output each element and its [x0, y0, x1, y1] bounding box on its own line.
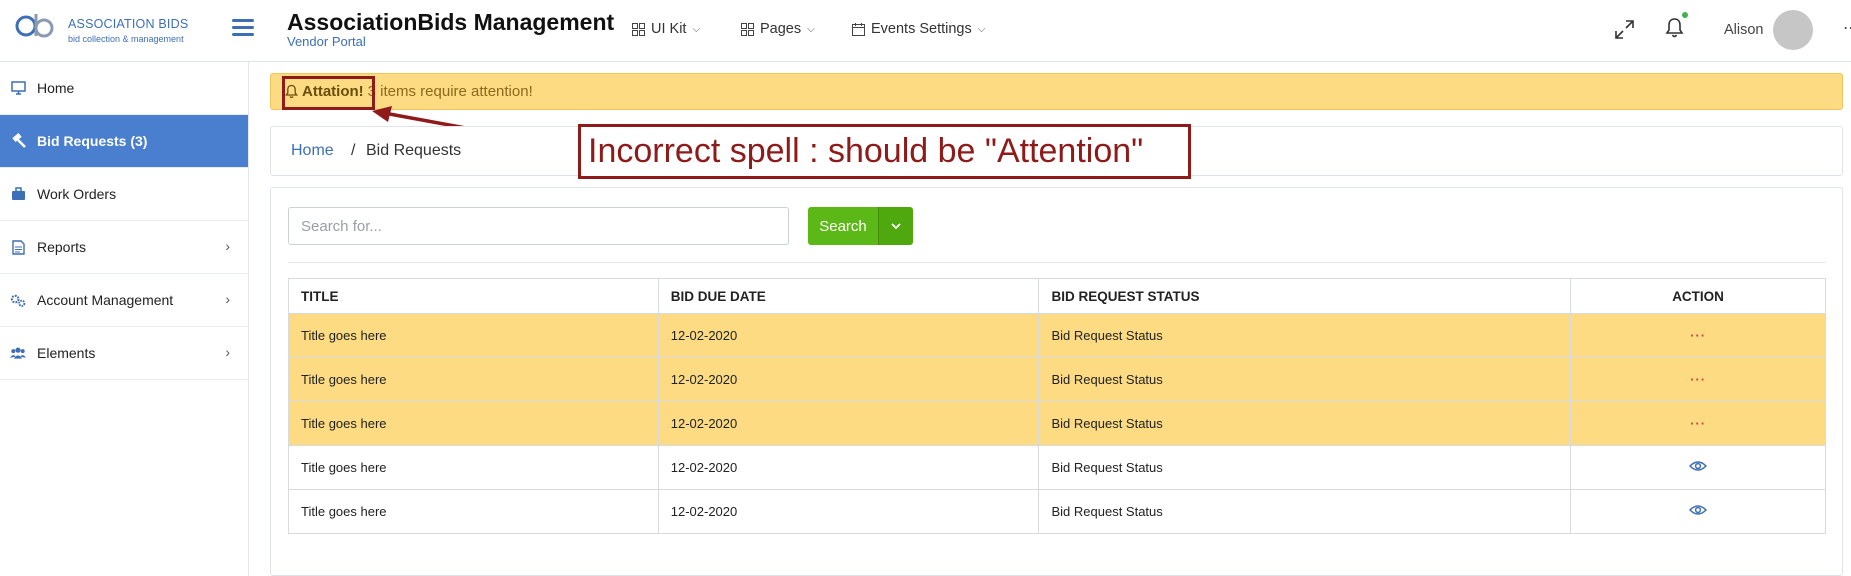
cell-status: Bid Request Status [1038, 445, 1572, 490]
app-subtitle: Vendor Portal [287, 34, 366, 49]
column-header-status[interactable]: BID REQUEST STATUS [1038, 278, 1572, 314]
username[interactable]: Alison [1724, 22, 1764, 38]
cell-title: Title goes here [288, 489, 659, 534]
monitor-icon [10, 80, 26, 96]
table-header-row: TITLE BID DUE DATE BID REQUEST STATUS AC… [288, 278, 1826, 314]
highlight-box [282, 76, 375, 110]
cell-status: Bid Request Status [1038, 313, 1572, 358]
nav-ui-kit-label: UI Kit [651, 21, 687, 37]
sidebar-item-label: Elements [37, 345, 96, 361]
cell-title: Title goes here [288, 357, 659, 402]
top-header: ASSOCIATION BIDS bid collection & manage… [0, 0, 1851, 62]
bid-requests-table: TITLE BID DUE DATE BID REQUEST STATUS AC… [288, 278, 1826, 534]
more-actions-icon[interactable]: ··· [1690, 372, 1706, 387]
gavel-icon [10, 133, 26, 149]
menu-toggle-icon[interactable] [232, 19, 254, 39]
column-header-bid-due-date[interactable]: BID DUE DATE [657, 278, 1040, 314]
document-icon [10, 239, 26, 255]
nav-ui-kit[interactable]: UI Kit ⌵ [632, 21, 700, 37]
cell-status: Bid Request Status [1038, 357, 1572, 402]
logo-icon [15, 14, 54, 38]
avatar[interactable] [1773, 10, 1813, 50]
more-actions-icon[interactable]: ··· [1690, 416, 1706, 431]
annotation-callout: Incorrect spell : should be "Attention" [578, 124, 1191, 179]
cell-action: ··· [1570, 313, 1826, 358]
chevron-down-icon: ⌵ [692, 23, 701, 35]
cell-action: ··· [1570, 401, 1826, 446]
sidebar-item-label: Reports [37, 239, 87, 255]
briefcase-icon [10, 186, 26, 202]
nav-pages-label: Pages [760, 21, 802, 37]
cell-title: Title goes here [288, 401, 659, 446]
sidebar-item-label: Account Management [37, 292, 174, 308]
breadcrumb-current: Bid Requests [366, 142, 462, 159]
notification-dot [1682, 12, 1688, 18]
cell-due-date: 12-02-2020 [657, 357, 1040, 402]
eye-icon[interactable] [1689, 460, 1708, 475]
cell-status: Bid Request Status [1038, 489, 1572, 534]
cell-due-date: 12-02-2020 [657, 313, 1040, 358]
table-row[interactable]: Title goes here 12-02-2020 Bid Request S… [288, 401, 1826, 446]
sidebar-item-elements[interactable]: Elements › [0, 327, 248, 380]
sidebar-item-bid-requests[interactable]: Bid Requests (3) [0, 115, 248, 168]
chevron-right-icon: › [225, 238, 230, 254]
cell-title: Title goes here [288, 445, 659, 490]
sidebar-item-work-orders[interactable]: Work Orders [0, 168, 248, 221]
grid-icon [632, 22, 645, 36]
column-header-title[interactable]: TITLE [288, 278, 659, 314]
cell-title: Title goes here [288, 313, 659, 358]
breadcrumb-separator: / [351, 142, 356, 159]
nav-pages[interactable]: Pages ⌵ [741, 21, 815, 37]
cell-action [1570, 489, 1826, 534]
cell-action [1570, 445, 1826, 490]
divider [288, 262, 1826, 263]
chevron-right-icon: › [225, 344, 230, 360]
table-row[interactable]: Title goes here 12-02-2020 Bid Request S… [288, 313, 1826, 358]
more-actions-icon[interactable]: ··· [1690, 328, 1706, 343]
table-row[interactable]: Title goes here 12-02-2020 Bid Request S… [288, 489, 1826, 534]
cell-due-date: 12-02-2020 [657, 445, 1040, 490]
cell-status: Bid Request Status [1038, 401, 1572, 446]
chevron-down-icon [891, 222, 901, 229]
table-row[interactable]: Title goes here 12-02-2020 Bid Request S… [288, 445, 1826, 490]
sidebar-item-label: Bid Requests (3) [37, 133, 148, 149]
sidebar-item-home[interactable]: Home [0, 62, 248, 115]
users-icon [10, 345, 26, 361]
eye-icon[interactable] [1689, 504, 1708, 519]
logo-tagline: bid collection & management [68, 34, 184, 44]
sidebar-item-label: Home [37, 80, 75, 96]
sidebar-item-reports[interactable]: Reports › [0, 221, 248, 274]
bid-requests-card: Search TITLE BID DUE DATE BID REQUEST ST… [270, 187, 1843, 576]
sidebar: Home Bid Requests (3) Work Orders Report… [0, 62, 249, 576]
chevron-right-icon: › [225, 291, 230, 307]
nav-events-settings[interactable]: Events Settings ⌵ [852, 21, 985, 37]
cell-due-date: 12-02-2020 [657, 489, 1040, 534]
search-options-toggle[interactable] [878, 207, 913, 245]
table-row[interactable]: Title goes here 12-02-2020 Bid Request S… [288, 357, 1826, 402]
fullscreen-icon[interactable] [1615, 20, 1634, 39]
column-header-action: ACTION [1570, 278, 1826, 314]
sidebar-item-label: Work Orders [37, 186, 117, 202]
chevron-down-icon: ⌵ [977, 23, 986, 35]
cell-due-date: 12-02-2020 [657, 401, 1040, 446]
logo[interactable]: ASSOCIATION BIDS bid collection & manage… [14, 12, 204, 48]
breadcrumb-home-link[interactable]: Home [291, 142, 334, 160]
cell-action: ··· [1570, 357, 1826, 402]
nav-events-settings-label: Events Settings [871, 21, 972, 37]
bell-icon[interactable] [1665, 17, 1684, 39]
logo-name: ASSOCIATION BIDS [68, 17, 189, 31]
calendar-icon [852, 22, 865, 36]
chevron-down-icon: ⌵ [807, 23, 815, 35]
alert-message: 3 items require attention! [367, 83, 533, 100]
gears-icon [10, 292, 26, 308]
app-title: AssociationBids Management [287, 9, 615, 35]
search-input[interactable] [288, 207, 789, 245]
more-icon[interactable]: ⋯ [1843, 18, 1851, 38]
grid-icon [741, 22, 754, 36]
search-button[interactable]: Search [808, 207, 878, 245]
sidebar-item-account-management[interactable]: Account Management › [0, 274, 248, 327]
